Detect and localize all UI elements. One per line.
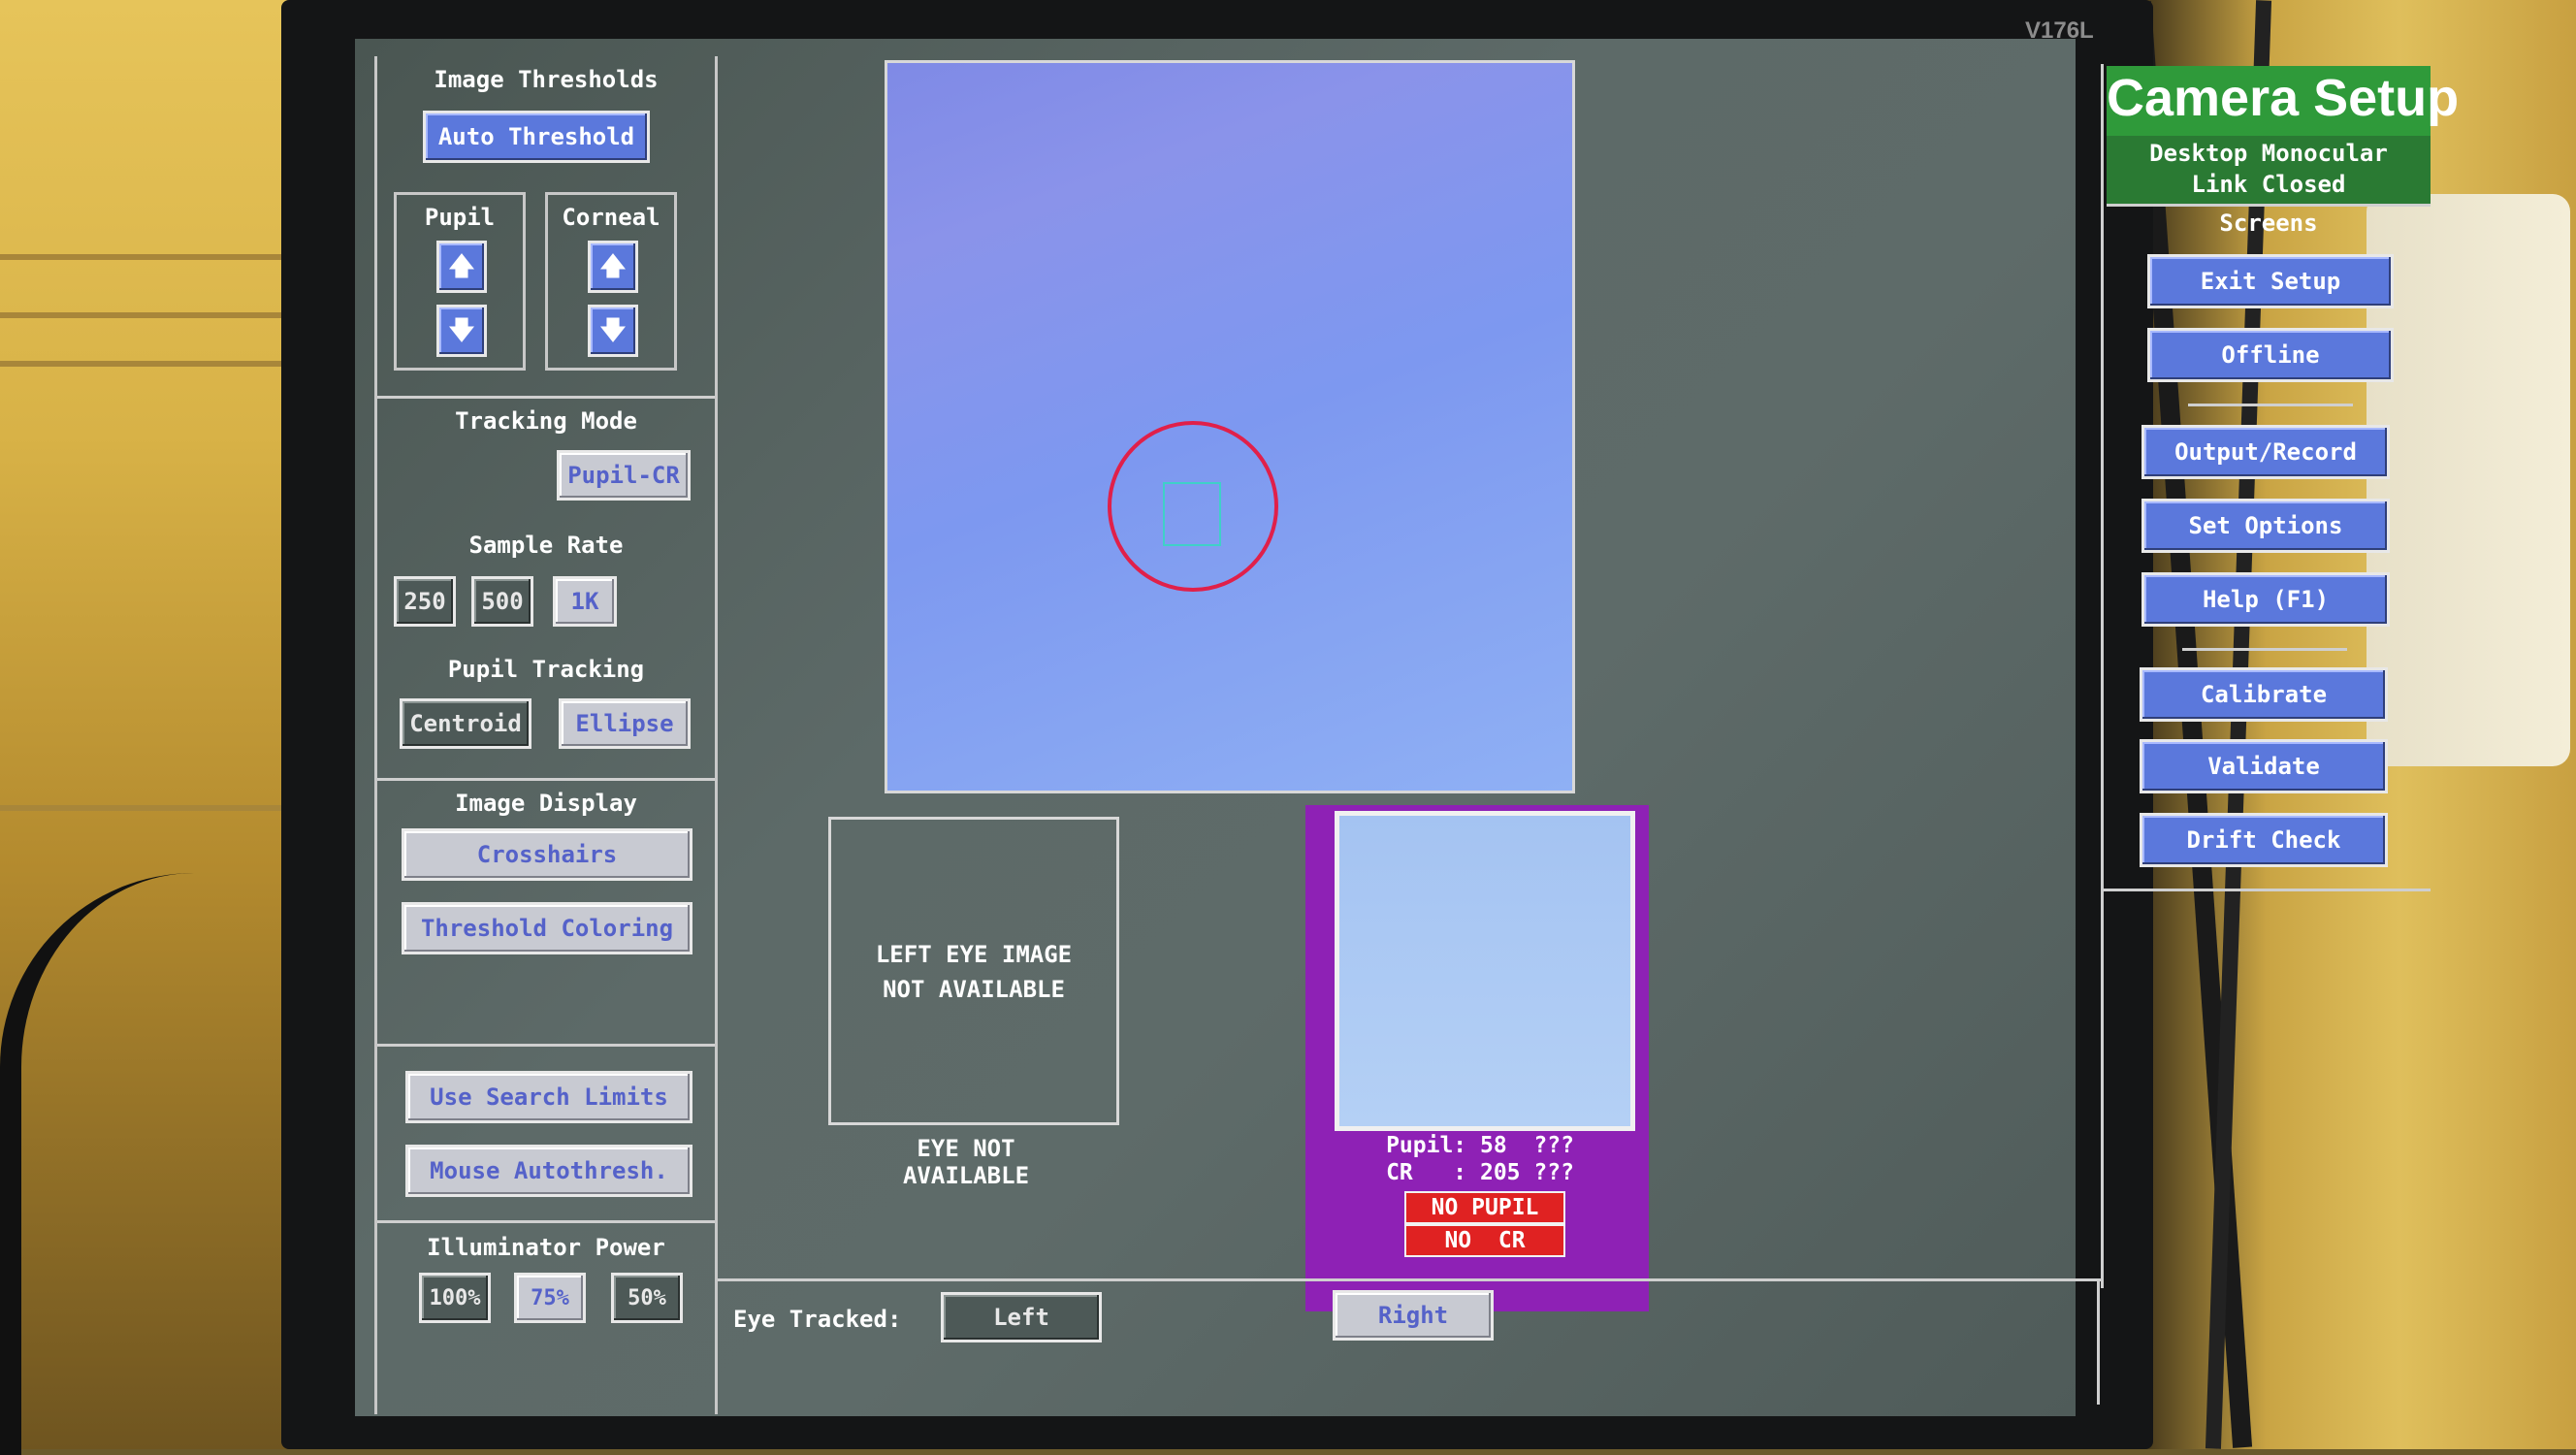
illuminator-100-button[interactable]: 100% bbox=[419, 1273, 491, 1323]
calibrate-button[interactable]: Calibrate bbox=[2140, 667, 2388, 722]
shelf-edge bbox=[0, 361, 281, 367]
divider bbox=[718, 1278, 2101, 1281]
page-title: Camera Setup bbox=[2107, 69, 2460, 127]
pupil-label: Pupil bbox=[424, 204, 496, 231]
divider bbox=[2188, 404, 2353, 406]
sample-rate-1k-button[interactable]: 1K bbox=[553, 576, 617, 627]
set-options-button[interactable]: Set Options bbox=[2141, 499, 2390, 553]
screens-heading: Screens bbox=[2219, 210, 2318, 237]
mouse-autothresh-button[interactable]: Mouse Autothresh. bbox=[405, 1145, 692, 1197]
pupil-search-ring-icon bbox=[1108, 421, 1278, 592]
pupil-tracking-ellipse-button[interactable]: Ellipse bbox=[559, 698, 691, 749]
tracking-mode-heading: Tracking Mode bbox=[455, 407, 637, 435]
eye-tracked-left-button[interactable]: Left bbox=[941, 1292, 1102, 1342]
shelf-edge bbox=[0, 312, 281, 318]
sample-rate-heading: Sample Rate bbox=[468, 532, 624, 559]
eye-tracked-right-button[interactable]: Right bbox=[1333, 1290, 1494, 1341]
illuminator-50-button[interactable]: 50% bbox=[611, 1273, 683, 1323]
pupil-threshold-down-button[interactable]: 🡇 bbox=[436, 305, 487, 357]
mode-line-1: Desktop Monocular bbox=[2149, 140, 2388, 167]
eye-tracked-label: Eye Tracked: bbox=[733, 1306, 902, 1333]
corneal-threshold-up-button[interactable]: 🡅 bbox=[588, 241, 638, 293]
corneal-label: Corneal bbox=[562, 204, 660, 231]
pupil-tracking-centroid-button[interactable]: Centroid bbox=[400, 698, 531, 749]
divider bbox=[2107, 204, 2431, 207]
illuminator-75-button[interactable]: 75% bbox=[514, 1273, 586, 1323]
divider bbox=[2182, 648, 2347, 651]
divider bbox=[377, 1220, 715, 1223]
left-eye-image-box bbox=[828, 817, 1119, 1125]
drift-check-button[interactable]: Drift Check bbox=[2140, 813, 2388, 867]
sample-rate-500-button[interactable]: 500 bbox=[471, 576, 533, 627]
shelf-edge bbox=[0, 254, 281, 260]
pupil-threshold-up-button[interactable]: 🡅 bbox=[436, 241, 487, 293]
arrow-down-icon: 🡇 bbox=[448, 316, 475, 345]
cr-search-box-icon bbox=[1163, 482, 1221, 546]
left-eye-status-line2: AVAILABLE bbox=[902, 1162, 1030, 1189]
eyetracker-screen: Image Thresholds Auto Threshold Pupil 🡅 … bbox=[355, 39, 2459, 1416]
mode-line-2: Link Closed bbox=[2191, 171, 2346, 198]
no-pupil-badge: NO PUPIL bbox=[1404, 1191, 1565, 1224]
crosshairs-button[interactable]: Crosshairs bbox=[402, 828, 692, 881]
exit-setup-button[interactable]: Exit Setup bbox=[2147, 254, 2394, 308]
arrow-up-icon: 🡅 bbox=[599, 252, 627, 281]
left-eye-image-msg-line2: NOT AVAILABLE bbox=[883, 976, 1065, 1003]
left-eye-image-msg-line1: LEFT EYE IMAGE bbox=[875, 941, 1073, 968]
divider bbox=[377, 396, 715, 399]
camera-overlay bbox=[1108, 421, 1278, 592]
divider bbox=[2101, 889, 2431, 891]
divider bbox=[2101, 64, 2104, 1288]
divider bbox=[377, 778, 715, 781]
divider bbox=[377, 1044, 715, 1047]
validate-button[interactable]: Validate bbox=[2140, 739, 2388, 793]
right-eye-camera-image[interactable] bbox=[1335, 811, 1635, 1131]
divider bbox=[2097, 1278, 2100, 1405]
pupil-value-line: Pupil: 58 ??? bbox=[1386, 1133, 1574, 1158]
left-eye-status-line1: EYE NOT bbox=[917, 1135, 1015, 1162]
threshold-coloring-button[interactable]: Threshold Coloring bbox=[402, 902, 692, 954]
use-search-limits-button[interactable]: Use Search Limits bbox=[405, 1071, 692, 1123]
cr-value-line: CR : 205 ??? bbox=[1386, 1160, 1574, 1185]
shelf-edge bbox=[0, 805, 281, 811]
sample-rate-250-button[interactable]: 250 bbox=[394, 576, 456, 627]
output-record-button[interactable]: Output/Record bbox=[2141, 425, 2390, 479]
image-thresholds-heading: Image Thresholds bbox=[434, 66, 659, 93]
image-display-heading: Image Display bbox=[455, 790, 637, 817]
no-cr-badge: NO CR bbox=[1404, 1224, 1565, 1257]
arrow-down-icon: 🡇 bbox=[599, 316, 627, 345]
pupil-tracking-heading: Pupil Tracking bbox=[447, 656, 645, 683]
illuminator-power-heading: Illuminator Power bbox=[427, 1234, 665, 1261]
corneal-threshold-down-button[interactable]: 🡇 bbox=[588, 305, 638, 357]
help-button[interactable]: Help (F1) bbox=[2141, 572, 2390, 627]
tracking-mode-button[interactable]: Pupil-CR bbox=[557, 450, 691, 501]
microphone-gooseneck bbox=[0, 873, 252, 1455]
wall-device bbox=[2367, 194, 2570, 766]
offline-button[interactable]: Offline bbox=[2147, 328, 2394, 382]
auto-threshold-button[interactable]: Auto Threshold bbox=[423, 111, 650, 163]
arrow-up-icon: 🡅 bbox=[448, 252, 475, 281]
